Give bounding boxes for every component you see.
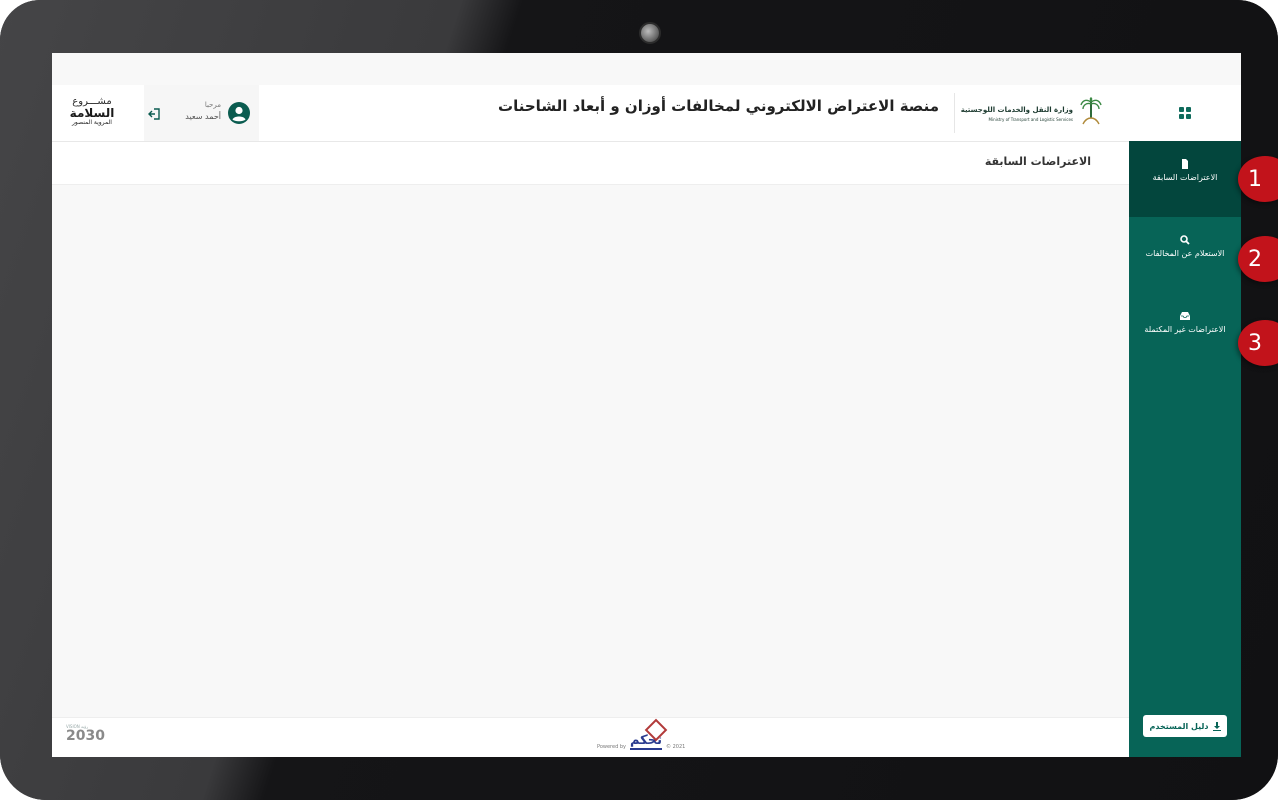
footer: VISION رؤية 2030 Powered by تحكم © 2021 [52, 717, 1129, 757]
sidebar-item-incomplete-objections[interactable]: الاعتراضات غير المكتملة [1129, 293, 1241, 369]
safety-project-logo: مشـــروع السلامة المروية المنصور [66, 97, 118, 129]
content-area [52, 185, 1129, 717]
app-screen: الاعتراضات السابقة الاستعلام عن المخالفا… [52, 53, 1241, 757]
palm-swords-icon [1080, 97, 1102, 125]
vision-year: 2030 [66, 728, 105, 744]
user-greeting: مرحبا [204, 101, 221, 109]
ministry-logo: وزارة النقل والخدمات اللوجستية Ministry … [954, 93, 1115, 133]
ministry-name-en: Ministry of Transport and Logistic Servi… [988, 117, 1073, 122]
user-guide-label: دليل المستخدم [1149, 721, 1209, 731]
brand-logo: تحكم [629, 718, 668, 750]
inbox-icon [1180, 312, 1190, 320]
sidebar-item-label: الاعتراضات السابقة [1152, 173, 1218, 182]
sidebar-item-label: الاستعلام عن المخالفات [1145, 249, 1225, 258]
tablet-frame: الاعتراضات السابقة الاستعلام عن المخالفا… [0, 0, 1278, 800]
apps-grid-icon[interactable] [1179, 107, 1191, 119]
sidebar-item-previous-objections[interactable]: الاعتراضات السابقة [1129, 141, 1241, 217]
sidebar: الاعتراضات السابقة الاستعلام عن المخالفا… [1129, 85, 1241, 757]
user-guide-button[interactable]: دليل المستخدم [1143, 715, 1227, 737]
powered-by-text: Powered by [597, 744, 626, 750]
file-icon [1182, 159, 1188, 169]
top-header: وزارة النقل والخدمات اللوجستية Ministry … [52, 85, 1129, 142]
powered-by: Powered by تحكم © 2021 [597, 718, 686, 750]
copyright-text: © 2021 [666, 744, 686, 750]
ministry-name-ar: وزارة النقل والخدمات اللوجستية [960, 106, 1073, 114]
logout-icon[interactable] [148, 108, 160, 120]
user-name: أحمد سعيد [185, 112, 221, 121]
search-icon [1180, 235, 1190, 245]
safety-logo-line2: السلامة [69, 106, 115, 120]
safety-logo-line3: المروية المنصور [72, 119, 112, 126]
page-heading-bar: الاعتراضات السابقة [52, 142, 1129, 185]
sidebar-header [1128, 85, 1241, 141]
download-icon [1212, 721, 1221, 731]
page-title: منصة الاعتراض الالكتروني لمخالفات أوزان … [498, 97, 939, 115]
sidebar-item-violations-inquiry[interactable]: الاستعلام عن المخالفات [1129, 217, 1241, 293]
vision-2030-logo: VISION رؤية 2030 [66, 724, 112, 752]
user-panel: مرحبا أحمد سعيد [144, 85, 259, 141]
camera-icon [639, 22, 661, 44]
page-heading: الاعتراضات السابقة [984, 155, 1091, 168]
sidebar-item-label: الاعتراضات غير المكتملة [1144, 325, 1226, 334]
ministry-name: وزارة النقل والخدمات اللوجستية Ministry … [961, 106, 1073, 124]
user-avatar-icon[interactable] [228, 102, 250, 124]
